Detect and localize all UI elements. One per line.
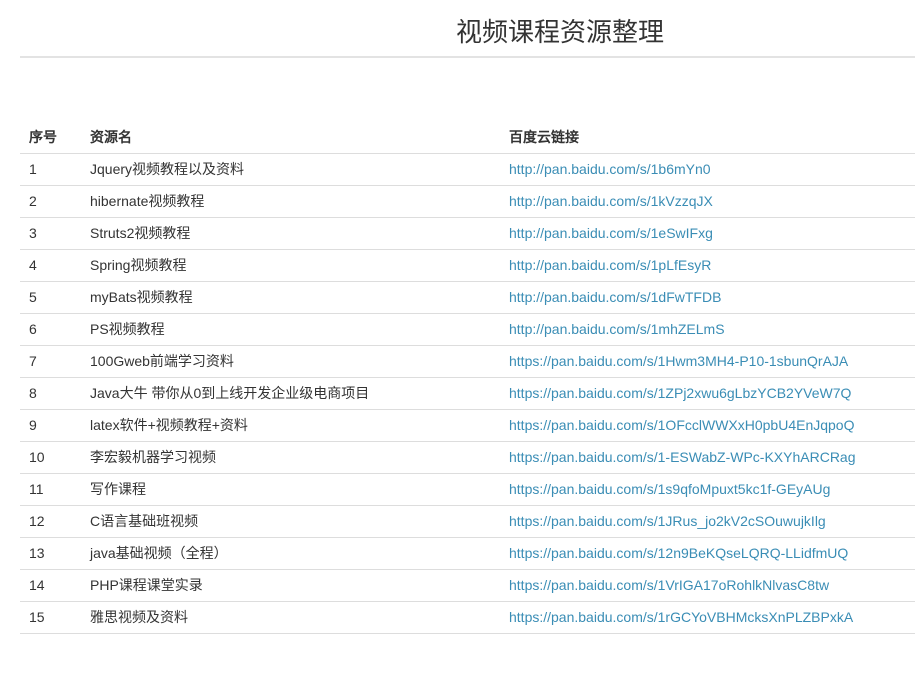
row-index: 14: [20, 569, 81, 602]
row-resource-name: PS视频教程: [81, 313, 500, 346]
row-resource-name: 100Gweb前端学习资料: [81, 345, 500, 378]
page-title: 视频课程资源整理: [456, 17, 665, 47]
row-resource-name: 写作课程: [81, 473, 500, 506]
table-row: 4 Spring视频教程 http://pan.baidu.com/s/1pLfEs…: [20, 249, 915, 282]
row-index: 3: [20, 217, 81, 250]
row-resource-name: Spring视频教程: [81, 249, 500, 282]
table-row: 10 李宏毅机器学习视频 https://pan.baidu.com/s/1-ESW…: [20, 441, 915, 474]
baidu-link[interactable]: https://pan.baidu.com/s/1VrIGA17oRohlkNl…: [509, 577, 829, 593]
baidu-link[interactable]: https://pan.baidu.com/s/1-ESWabZ-WPc-KXY…: [509, 449, 856, 465]
row-link-cell: https://pan.baidu.com/s/1VrIGA17oRohlkNl…: [500, 569, 915, 602]
baidu-link[interactable]: https://pan.baidu.com/s/12n9BeKQseLQRQ-L…: [509, 545, 848, 561]
row-link-cell: http://pan.baidu.com/s/1pLfEsyR: [500, 249, 915, 282]
table-header: 序号 资源名 百度云链接: [20, 121, 915, 154]
header-index: 序号: [20, 121, 81, 154]
baidu-link[interactable]: http://pan.baidu.com/s/1dFwTFDB: [509, 289, 721, 305]
baidu-link[interactable]: https://pan.baidu.com/s/1OFcclWWXxH0pbU4…: [509, 417, 854, 433]
row-link-cell: https://pan.baidu.com/s/1ZPj2xwu6gLbzYCB…: [500, 377, 915, 410]
row-resource-name: 李宏毅机器学习视频: [81, 441, 500, 474]
row-index: 10: [20, 441, 81, 474]
table-row: 13 java基础视频（全程） https://pan.baidu.com/s/12…: [20, 537, 915, 570]
header-name: 资源名: [81, 121, 500, 154]
table-row: 7 100Gweb前端学习资料 https://pan.baidu.com/s/1H…: [20, 345, 915, 378]
row-resource-name: 雅思视频及资料: [81, 601, 500, 634]
baidu-link[interactable]: http://pan.baidu.com/s/1eSwIFxg: [509, 225, 713, 241]
row-link-cell: https://pan.baidu.com/s/1Hwm3MH4-P10-1sb…: [500, 345, 915, 378]
table-row: 2 hibernate视频教程 http://pan.baidu.com/s/1kV…: [20, 185, 915, 218]
row-link-cell: https://pan.baidu.com/s/12n9BeKQseLQRQ-L…: [500, 537, 915, 570]
row-link-cell: https://pan.baidu.com/s/1s9qfoMpuxt5kc1f…: [500, 473, 915, 506]
row-resource-name: PHP课程课堂实录: [81, 569, 500, 602]
row-link-cell: http://pan.baidu.com/s/1mhZELmS: [500, 313, 915, 346]
row-link-cell: http://pan.baidu.com/s/1dFwTFDB: [500, 281, 915, 314]
table-row: 15 雅思视频及资料 https://pan.baidu.com/s/1rGCYoV…: [20, 601, 915, 634]
row-index: 7: [20, 345, 81, 378]
row-index: 1: [20, 153, 81, 186]
resource-table: 序号 资源名 百度云链接 1 Jquery视频教程以及资料 http://pan.b…: [20, 121, 915, 634]
row-index: 12: [20, 505, 81, 538]
row-resource-name: C语言基础班视频: [81, 505, 500, 538]
row-link-cell: http://pan.baidu.com/s/1kVzzqJX: [500, 185, 915, 218]
row-index: 9: [20, 409, 81, 442]
table-row: 9 latex软件+视频教程+资料 https://pan.baidu.com/s/…: [20, 409, 915, 442]
row-index: 15: [20, 601, 81, 634]
baidu-link[interactable]: https://pan.baidu.com/s/1Hwm3MH4-P10-1sb…: [509, 353, 848, 369]
row-resource-name: hibernate视频教程: [81, 185, 500, 218]
baidu-link[interactable]: http://pan.baidu.com/s/1mhZELmS: [509, 321, 725, 337]
table-row: 8 Java大牛 带你从0到上线开发企业级电商项目 https://pan.baid…: [20, 377, 915, 410]
row-resource-name: Java大牛 带你从0到上线开发企业级电商项目: [81, 377, 500, 410]
row-link-cell: http://pan.baidu.com/s/1b6mYn0: [500, 153, 915, 186]
baidu-link[interactable]: http://pan.baidu.com/s/1kVzzqJX: [509, 193, 713, 209]
row-resource-name: latex软件+视频教程+资料: [81, 409, 500, 442]
row-link-cell: https://pan.baidu.com/s/1OFcclWWXxH0pbU4…: [500, 409, 915, 442]
row-link-cell: https://pan.baidu.com/s/1-ESWabZ-WPc-KXY…: [500, 441, 915, 474]
header-row: 序号 资源名 百度云链接: [20, 121, 915, 154]
baidu-link[interactable]: https://pan.baidu.com/s/1ZPj2xwu6gLbzYCB…: [509, 385, 851, 401]
row-resource-name: Struts2视频教程: [81, 217, 500, 250]
table-body: 1 Jquery视频教程以及资料 http://pan.baidu.com/s/1b…: [20, 153, 915, 634]
table-row: 5 myBats视频教程 http://pan.baidu.com/s/1dFwTF…: [20, 281, 915, 314]
row-link-cell: https://pan.baidu.com/s/1rGCYoVBHMcksXnP…: [500, 601, 915, 634]
row-link-cell: https://pan.baidu.com/s/1JRus_jo2kV2cSOu…: [500, 505, 915, 538]
baidu-link[interactable]: https://pan.baidu.com/s/1JRus_jo2kV2cSOu…: [509, 513, 826, 529]
row-resource-name: java基础视频（全程）: [81, 537, 500, 570]
row-index: 8: [20, 377, 81, 410]
row-index: 2: [20, 185, 81, 218]
row-link-cell: http://pan.baidu.com/s/1eSwIFxg: [500, 217, 915, 250]
row-index: 5: [20, 281, 81, 314]
table-row: 12 C语言基础班视频 https://pan.baidu.com/s/1JRus_…: [20, 505, 915, 538]
row-resource-name: myBats视频教程: [81, 281, 500, 314]
row-index: 6: [20, 313, 81, 346]
table-row: 3 Struts2视频教程 http://pan.baidu.com/s/1eSwI…: [20, 217, 915, 250]
table-row: 1 Jquery视频教程以及资料 http://pan.baidu.com/s/1b…: [20, 153, 915, 186]
baidu-link[interactable]: https://pan.baidu.com/s/1rGCYoVBHMcksXnP…: [509, 609, 853, 625]
row-resource-name: Jquery视频教程以及资料: [81, 153, 500, 186]
baidu-link[interactable]: https://pan.baidu.com/s/1s9qfoMpuxt5kc1f…: [509, 481, 830, 497]
row-index: 11: [20, 473, 81, 506]
header-link: 百度云链接: [500, 121, 915, 154]
table-row: 11 写作课程 https://pan.baidu.com/s/1s9qfoMpux…: [20, 473, 915, 506]
title-divider: [20, 56, 915, 58]
table-row: 6 PS视频教程 http://pan.baidu.com/s/1mhZELmS: [20, 313, 915, 346]
row-index: 4: [20, 249, 81, 282]
row-index: 13: [20, 537, 81, 570]
baidu-link[interactable]: http://pan.baidu.com/s/1pLfEsyR: [509, 257, 711, 273]
table-row: 14 PHP课程课堂实录 https://pan.baidu.com/s/1VrIG…: [20, 569, 915, 602]
baidu-link[interactable]: http://pan.baidu.com/s/1b6mYn0: [509, 161, 711, 177]
